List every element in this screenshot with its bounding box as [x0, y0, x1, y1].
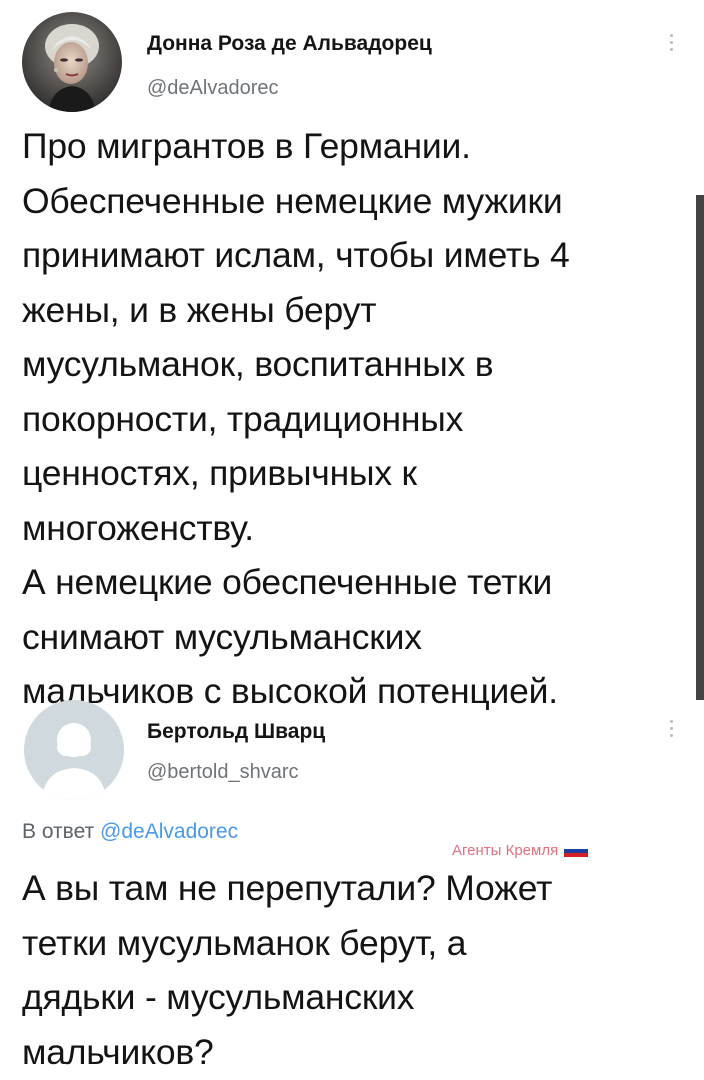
default-avatar-icon — [24, 700, 124, 800]
reply-handle-link[interactable]: @deAlvadorec — [100, 820, 238, 843]
more-options-icon[interactable] — [668, 720, 674, 737]
scrollbar[interactable] — [696, 195, 704, 700]
reply-prefix: В ответ — [22, 820, 101, 843]
reply-context: В ответ @deAlvadorec — [22, 820, 238, 844]
more-options-icon[interactable] — [668, 34, 674, 51]
tweet-text: А вы там не перепутали? Может тетки мусу… — [22, 868, 553, 1072]
avatar[interactable] — [22, 12, 122, 112]
author-name[interactable]: Донна Роза де Альвадорец — [147, 32, 432, 56]
tweet-text: Про мигрантов в Германии. Обеспеченные н… — [22, 126, 570, 711]
watermark-text: Агенты Кремля — [452, 842, 559, 859]
flag-icon — [564, 844, 589, 857]
author-name[interactable]: Бертольд Шварц — [147, 720, 325, 744]
tweet[interactable]: Донна Роза де Альвадорец @deAlvadorec Пр… — [0, 0, 704, 711]
watermark: Агенты Кремля — [452, 842, 589, 859]
author-handle[interactable]: @bertold_shvarc — [147, 761, 298, 784]
avatar[interactable] — [24, 700, 124, 800]
tweet[interactable]: Бертольд Шварц @bertold_shvarc В ответ @… — [0, 700, 704, 1080]
avatar-photo — [22, 12, 122, 112]
author-handle[interactable]: @deAlvadorec — [147, 77, 278, 100]
